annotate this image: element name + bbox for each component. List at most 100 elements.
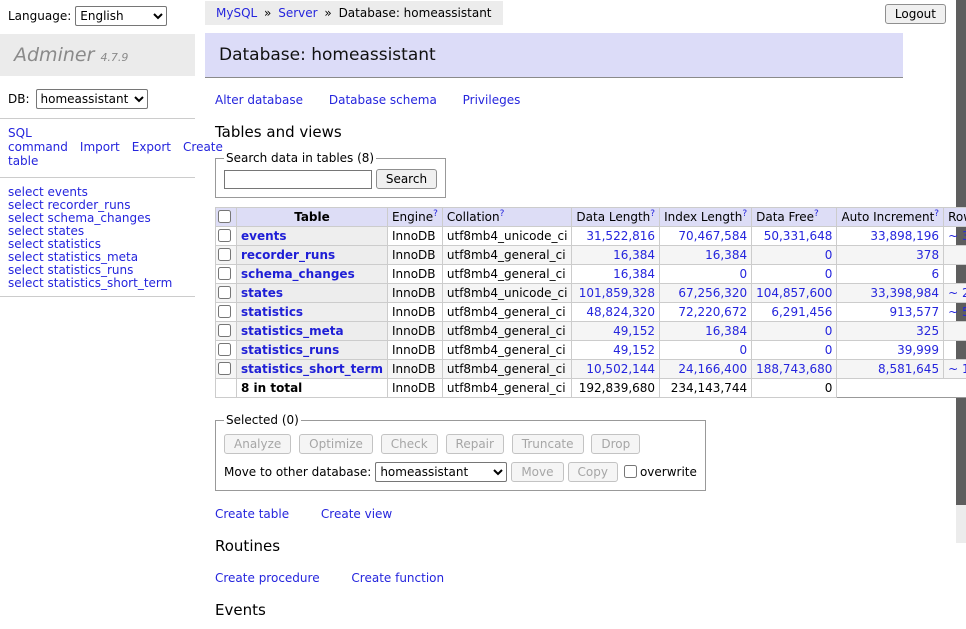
- row-checkbox-events[interactable]: [218, 229, 231, 242]
- data-length-link[interactable]: 31,522,816: [586, 229, 655, 243]
- help-icon[interactable]: ?: [742, 209, 747, 219]
- data-free-link[interactable]: 0: [825, 248, 833, 262]
- sidebar-select-statistics-meta[interactable]: select: [8, 250, 44, 264]
- create-procedure-link[interactable]: Create procedure: [215, 571, 320, 585]
- sidebar-link-export[interactable]: Export: [132, 140, 171, 154]
- sidebar-select-statistics-short-term[interactable]: select: [8, 276, 44, 290]
- data-length-link[interactable]: 10,502,144: [586, 362, 655, 376]
- data-length-link[interactable]: 48,824,320: [586, 305, 655, 319]
- data-length-link[interactable]: 16,384: [613, 267, 655, 281]
- sidebar-select-events[interactable]: select: [8, 185, 44, 199]
- table-link-events[interactable]: events: [241, 229, 287, 243]
- repair-button[interactable]: Repair: [446, 434, 504, 454]
- sidebar-table-states[interactable]: states: [47, 224, 84, 238]
- search-input[interactable]: [224, 170, 372, 189]
- overwrite-checkbox[interactable]: [624, 465, 637, 478]
- table-link-statistics-runs[interactable]: statistics_runs: [241, 343, 339, 357]
- sidebar-select-recorder-runs[interactable]: select: [8, 198, 44, 212]
- table-link-statistics-meta[interactable]: statistics_meta: [241, 324, 344, 338]
- index-length-link[interactable]: 24,166,400: [678, 362, 747, 376]
- table-link-statistics-short-term[interactable]: statistics_short_term: [241, 362, 383, 376]
- alter-database-link[interactable]: Alter database: [215, 93, 303, 107]
- help-icon[interactable]: ?: [650, 209, 655, 219]
- data-free-link[interactable]: 50,331,648: [764, 229, 833, 243]
- data-length-link[interactable]: 49,152: [613, 343, 655, 357]
- rows-count-link[interactable]: ~ 312,180: [948, 229, 966, 243]
- sidebar-select-states[interactable]: select: [8, 224, 44, 238]
- database-schema-link[interactable]: Database schema: [329, 93, 437, 107]
- index-length-link[interactable]: 16,384: [705, 324, 747, 338]
- row-checkbox-statistics-runs[interactable]: [218, 343, 231, 356]
- table-link-states[interactable]: states: [241, 286, 283, 300]
- auto-increment-link[interactable]: 325: [916, 324, 939, 338]
- data-free-link[interactable]: 188,743,680: [756, 362, 832, 376]
- sidebar-table-schema-changes[interactable]: schema_changes: [47, 211, 150, 225]
- row-checkbox-statistics-short-term[interactable]: [218, 362, 231, 375]
- sidebar-link-sql-command[interactable]: SQL command: [8, 126, 68, 154]
- data-length-link[interactable]: 49,152: [613, 324, 655, 338]
- sidebar-table-statistics[interactable]: statistics: [47, 237, 101, 251]
- sidebar-select-statistics-runs[interactable]: select: [8, 263, 44, 277]
- row-checkbox-recorder-runs[interactable]: [218, 248, 231, 261]
- index-length-link[interactable]: 70,467,584: [678, 229, 747, 243]
- sidebar-table-statistics-meta[interactable]: statistics_meta: [47, 250, 138, 264]
- sidebar-table-events[interactable]: events: [47, 185, 87, 199]
- row-checkbox-schema-changes[interactable]: [218, 267, 231, 280]
- breadcrumb-mysql-link[interactable]: MySQL: [216, 6, 257, 20]
- data-free-link[interactable]: 0: [825, 343, 833, 357]
- rows-count-link[interactable]: ~ 569,159: [948, 305, 966, 319]
- copy-button[interactable]: Copy: [568, 462, 618, 482]
- select-all-checkbox[interactable]: [218, 210, 231, 223]
- truncate-button[interactable]: Truncate: [512, 434, 584, 454]
- sidebar-select-statistics[interactable]: select: [8, 237, 44, 251]
- search-button[interactable]: Search: [376, 169, 437, 189]
- table-link-statistics[interactable]: statistics: [241, 305, 303, 319]
- data-free-link[interactable]: 104,857,600: [756, 286, 832, 300]
- index-length-link[interactable]: 0: [739, 343, 747, 357]
- create-table-link[interactable]: Create table: [215, 507, 289, 521]
- create-function-link[interactable]: Create function: [351, 571, 444, 585]
- data-length-link[interactable]: 16,384: [613, 248, 655, 262]
- help-icon[interactable]: ?: [814, 209, 819, 219]
- help-icon[interactable]: ?: [934, 209, 939, 219]
- rows-count-link[interactable]: ~ 299,833: [948, 286, 966, 300]
- table-link-schema-changes[interactable]: schema_changes: [241, 267, 355, 281]
- index-length-link[interactable]: 67,256,320: [678, 286, 747, 300]
- move-button[interactable]: Move: [511, 462, 563, 482]
- sidebar-link-import[interactable]: Import: [80, 140, 120, 154]
- privileges-link[interactable]: Privileges: [463, 93, 521, 107]
- row-checkbox-states[interactable]: [218, 286, 231, 299]
- data-free-link[interactable]: 0: [825, 267, 833, 281]
- auto-increment-link[interactable]: 378: [916, 248, 939, 262]
- rows-count-link[interactable]: ~ 136,108: [948, 362, 966, 376]
- create-view-link[interactable]: Create view: [321, 507, 392, 521]
- data-free-link[interactable]: 0: [825, 324, 833, 338]
- drop-button[interactable]: Drop: [591, 434, 640, 454]
- data-length-link[interactable]: 101,859,328: [579, 286, 655, 300]
- language-select[interactable]: English: [75, 6, 167, 26]
- index-length-link[interactable]: 0: [739, 267, 747, 281]
- index-length-link[interactable]: 72,220,672: [678, 305, 747, 319]
- auto-increment-link[interactable]: 33,898,196: [870, 229, 939, 243]
- auto-increment-link[interactable]: 39,999: [897, 343, 939, 357]
- db-select[interactable]: homeassistant: [36, 89, 148, 109]
- index-length-link[interactable]: 16,384: [705, 248, 747, 262]
- row-checkbox-statistics[interactable]: [218, 305, 231, 318]
- table-link-recorder-runs[interactable]: recorder_runs: [241, 248, 335, 262]
- row-checkbox-statistics-meta[interactable]: [218, 324, 231, 337]
- help-icon[interactable]: ?: [433, 209, 438, 219]
- optimize-button[interactable]: Optimize: [299, 434, 373, 454]
- auto-increment-link[interactable]: 8,581,645: [878, 362, 939, 376]
- check-button[interactable]: Check: [381, 434, 438, 454]
- auto-increment-link[interactable]: 6: [931, 267, 939, 281]
- sidebar-table-statistics-short-term[interactable]: statistics_short_term: [47, 276, 172, 290]
- data-free-link[interactable]: 6,291,456: [771, 305, 832, 319]
- auto-increment-link[interactable]: 913,577: [889, 305, 939, 319]
- sidebar-table-statistics-runs[interactable]: statistics_runs: [47, 263, 133, 277]
- sidebar-table-recorder-runs[interactable]: recorder_runs: [47, 198, 130, 212]
- analyze-button[interactable]: Analyze: [224, 434, 291, 454]
- breadcrumb-server-link[interactable]: Server: [278, 6, 317, 20]
- sidebar-select-schema-changes[interactable]: select: [8, 211, 44, 225]
- help-icon[interactable]: ?: [500, 209, 505, 219]
- move-database-select[interactable]: homeassistant: [375, 462, 507, 482]
